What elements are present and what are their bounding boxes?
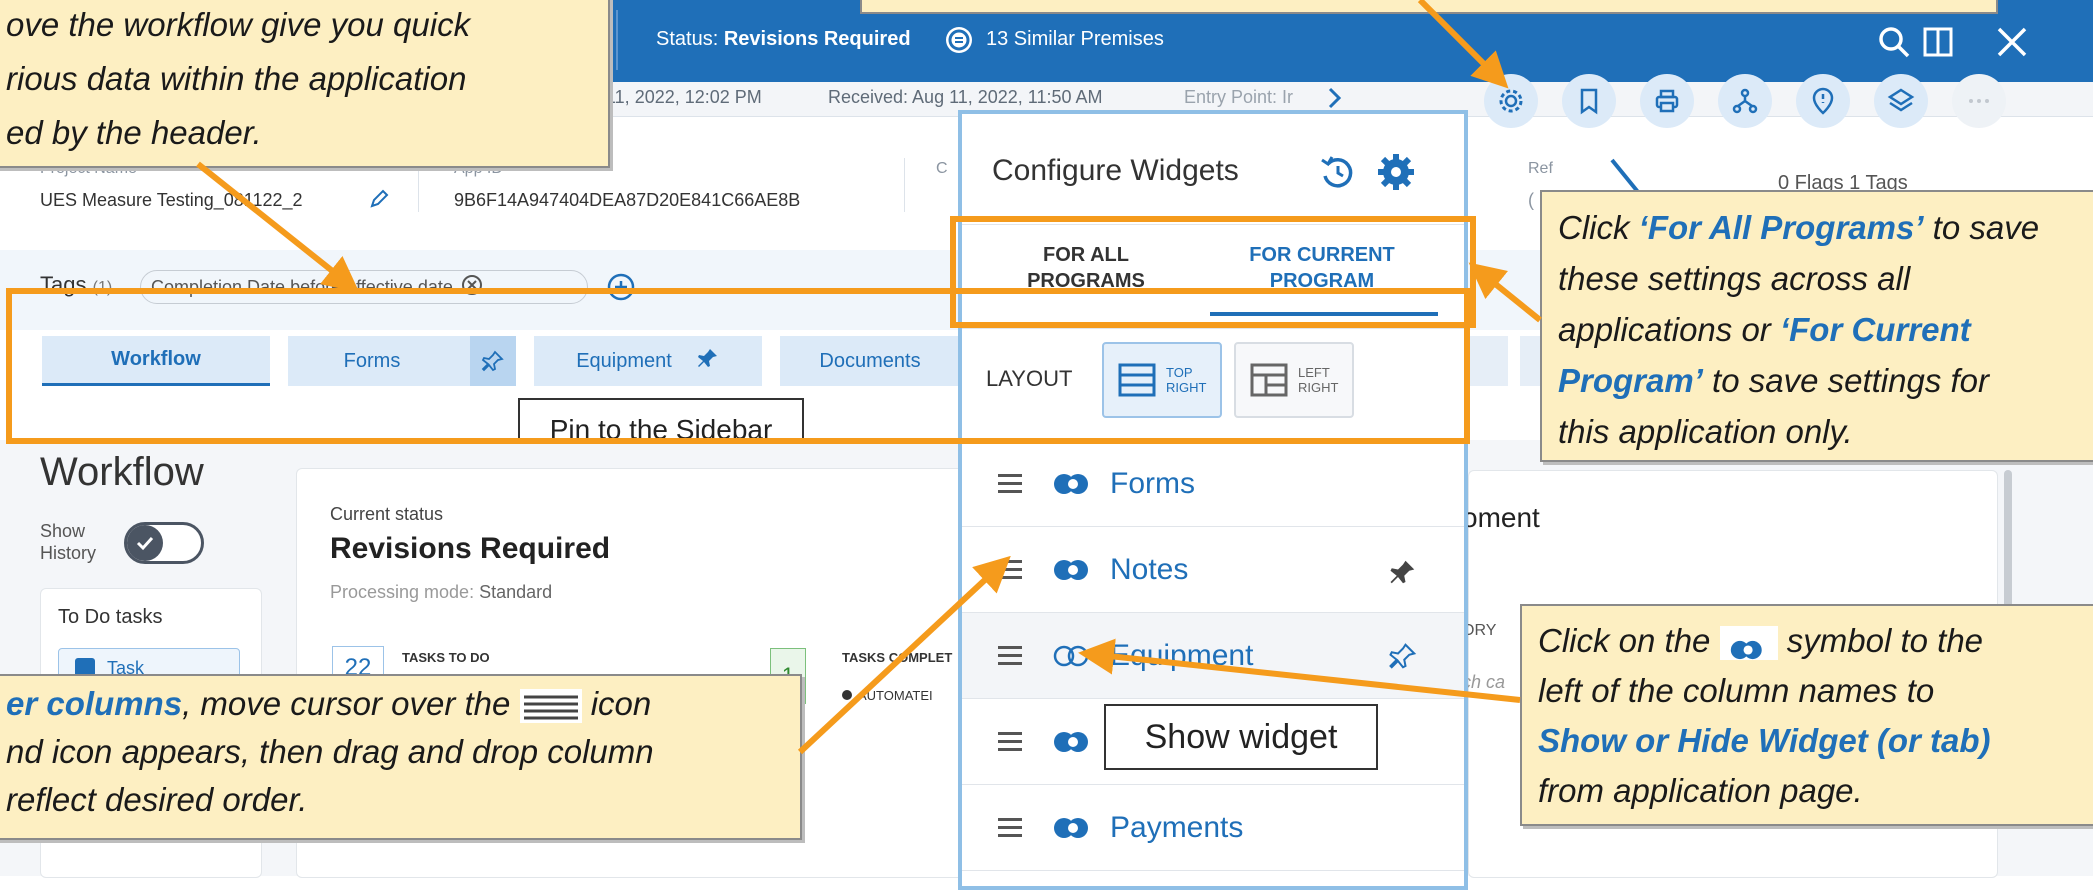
arrow-to-gear [1417,0,1509,89]
annotation-arrows [196,0,1542,755]
arrow-to-drag-handle [797,555,1011,755]
arrow-to-program-tabs [1468,262,1542,323]
arrow-to-toggle [1078,638,1521,703]
arrow-to-tabs [196,161,360,293]
